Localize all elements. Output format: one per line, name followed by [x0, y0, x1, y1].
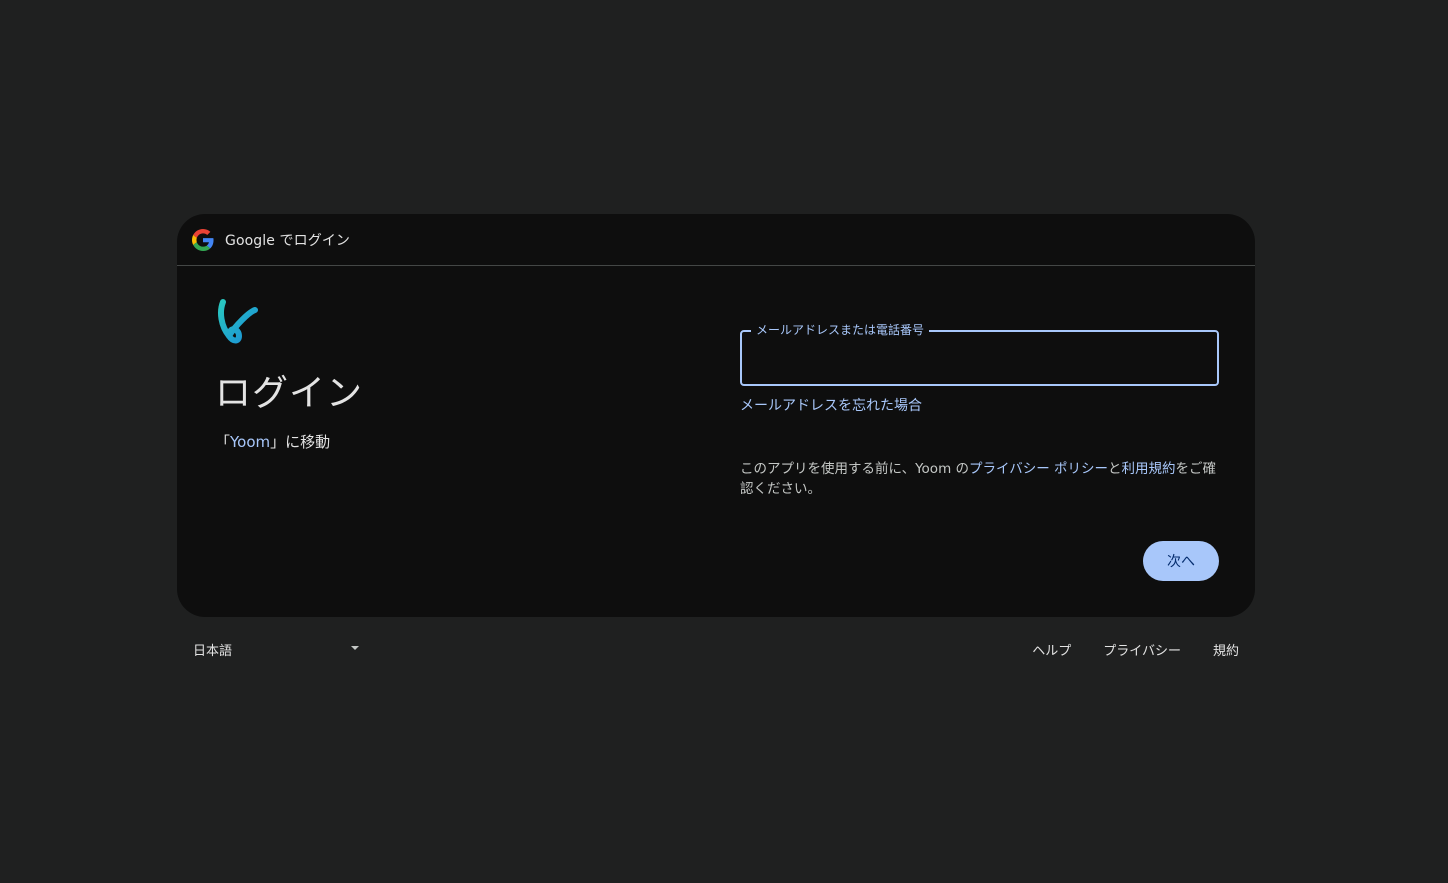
email-input[interactable] — [742, 332, 1217, 384]
sign-in-card: Google でログイン ログイン 「Yoom」に移動 メールアドレスまたは電話… — [177, 214, 1255, 617]
privacy-link[interactable]: プライバシー — [1103, 640, 1181, 659]
footer: 日本語 ヘルプ プライバシー 規約 — [177, 632, 1255, 664]
forgot-email-link[interactable]: メールアドレスを忘れた場合 — [740, 395, 922, 415]
dropdown-arrow-icon — [351, 646, 359, 650]
language-label: 日本語 — [193, 644, 233, 659]
consent-and: と — [1108, 461, 1122, 477]
help-link[interactable]: ヘルプ — [1032, 640, 1071, 659]
app-name-link[interactable]: Yoom — [230, 433, 270, 451]
subtitle-prefix: 「 — [215, 433, 231, 451]
card-header: Google でログイン — [177, 214, 1255, 266]
footer-links: ヘルプ プライバシー 規約 — [1032, 640, 1239, 659]
terms-footer-link[interactable]: 規約 — [1213, 640, 1239, 659]
consent-text: このアプリを使用する前に、Yoom のプライバシー ポリシーと利用規約をご確認く… — [740, 459, 1224, 499]
app-logo — [215, 296, 261, 346]
email-field[interactable]: メールアドレスまたは電話番号 — [740, 321, 1219, 386]
google-g-icon — [192, 228, 214, 251]
yoom-logo-icon — [218, 299, 258, 344]
language-selector[interactable]: 日本語 — [193, 640, 363, 659]
subtitle-suffix: 」に移動 — [270, 433, 331, 451]
terms-link[interactable]: 利用規約 — [1122, 461, 1176, 477]
next-button[interactable]: 次へ — [1143, 541, 1219, 581]
consent-prefix: このアプリを使用する前に、Yoom の — [740, 461, 970, 477]
header-title: Google でログイン — [225, 232, 351, 249]
continue-to-subtitle: 「Yoom」に移動 — [215, 431, 330, 452]
privacy-policy-link[interactable]: プライバシー ポリシー — [969, 461, 1108, 477]
page-title: ログイン — [215, 373, 364, 414]
email-field-label: メールアドレスまたは電話番号 — [751, 321, 930, 338]
